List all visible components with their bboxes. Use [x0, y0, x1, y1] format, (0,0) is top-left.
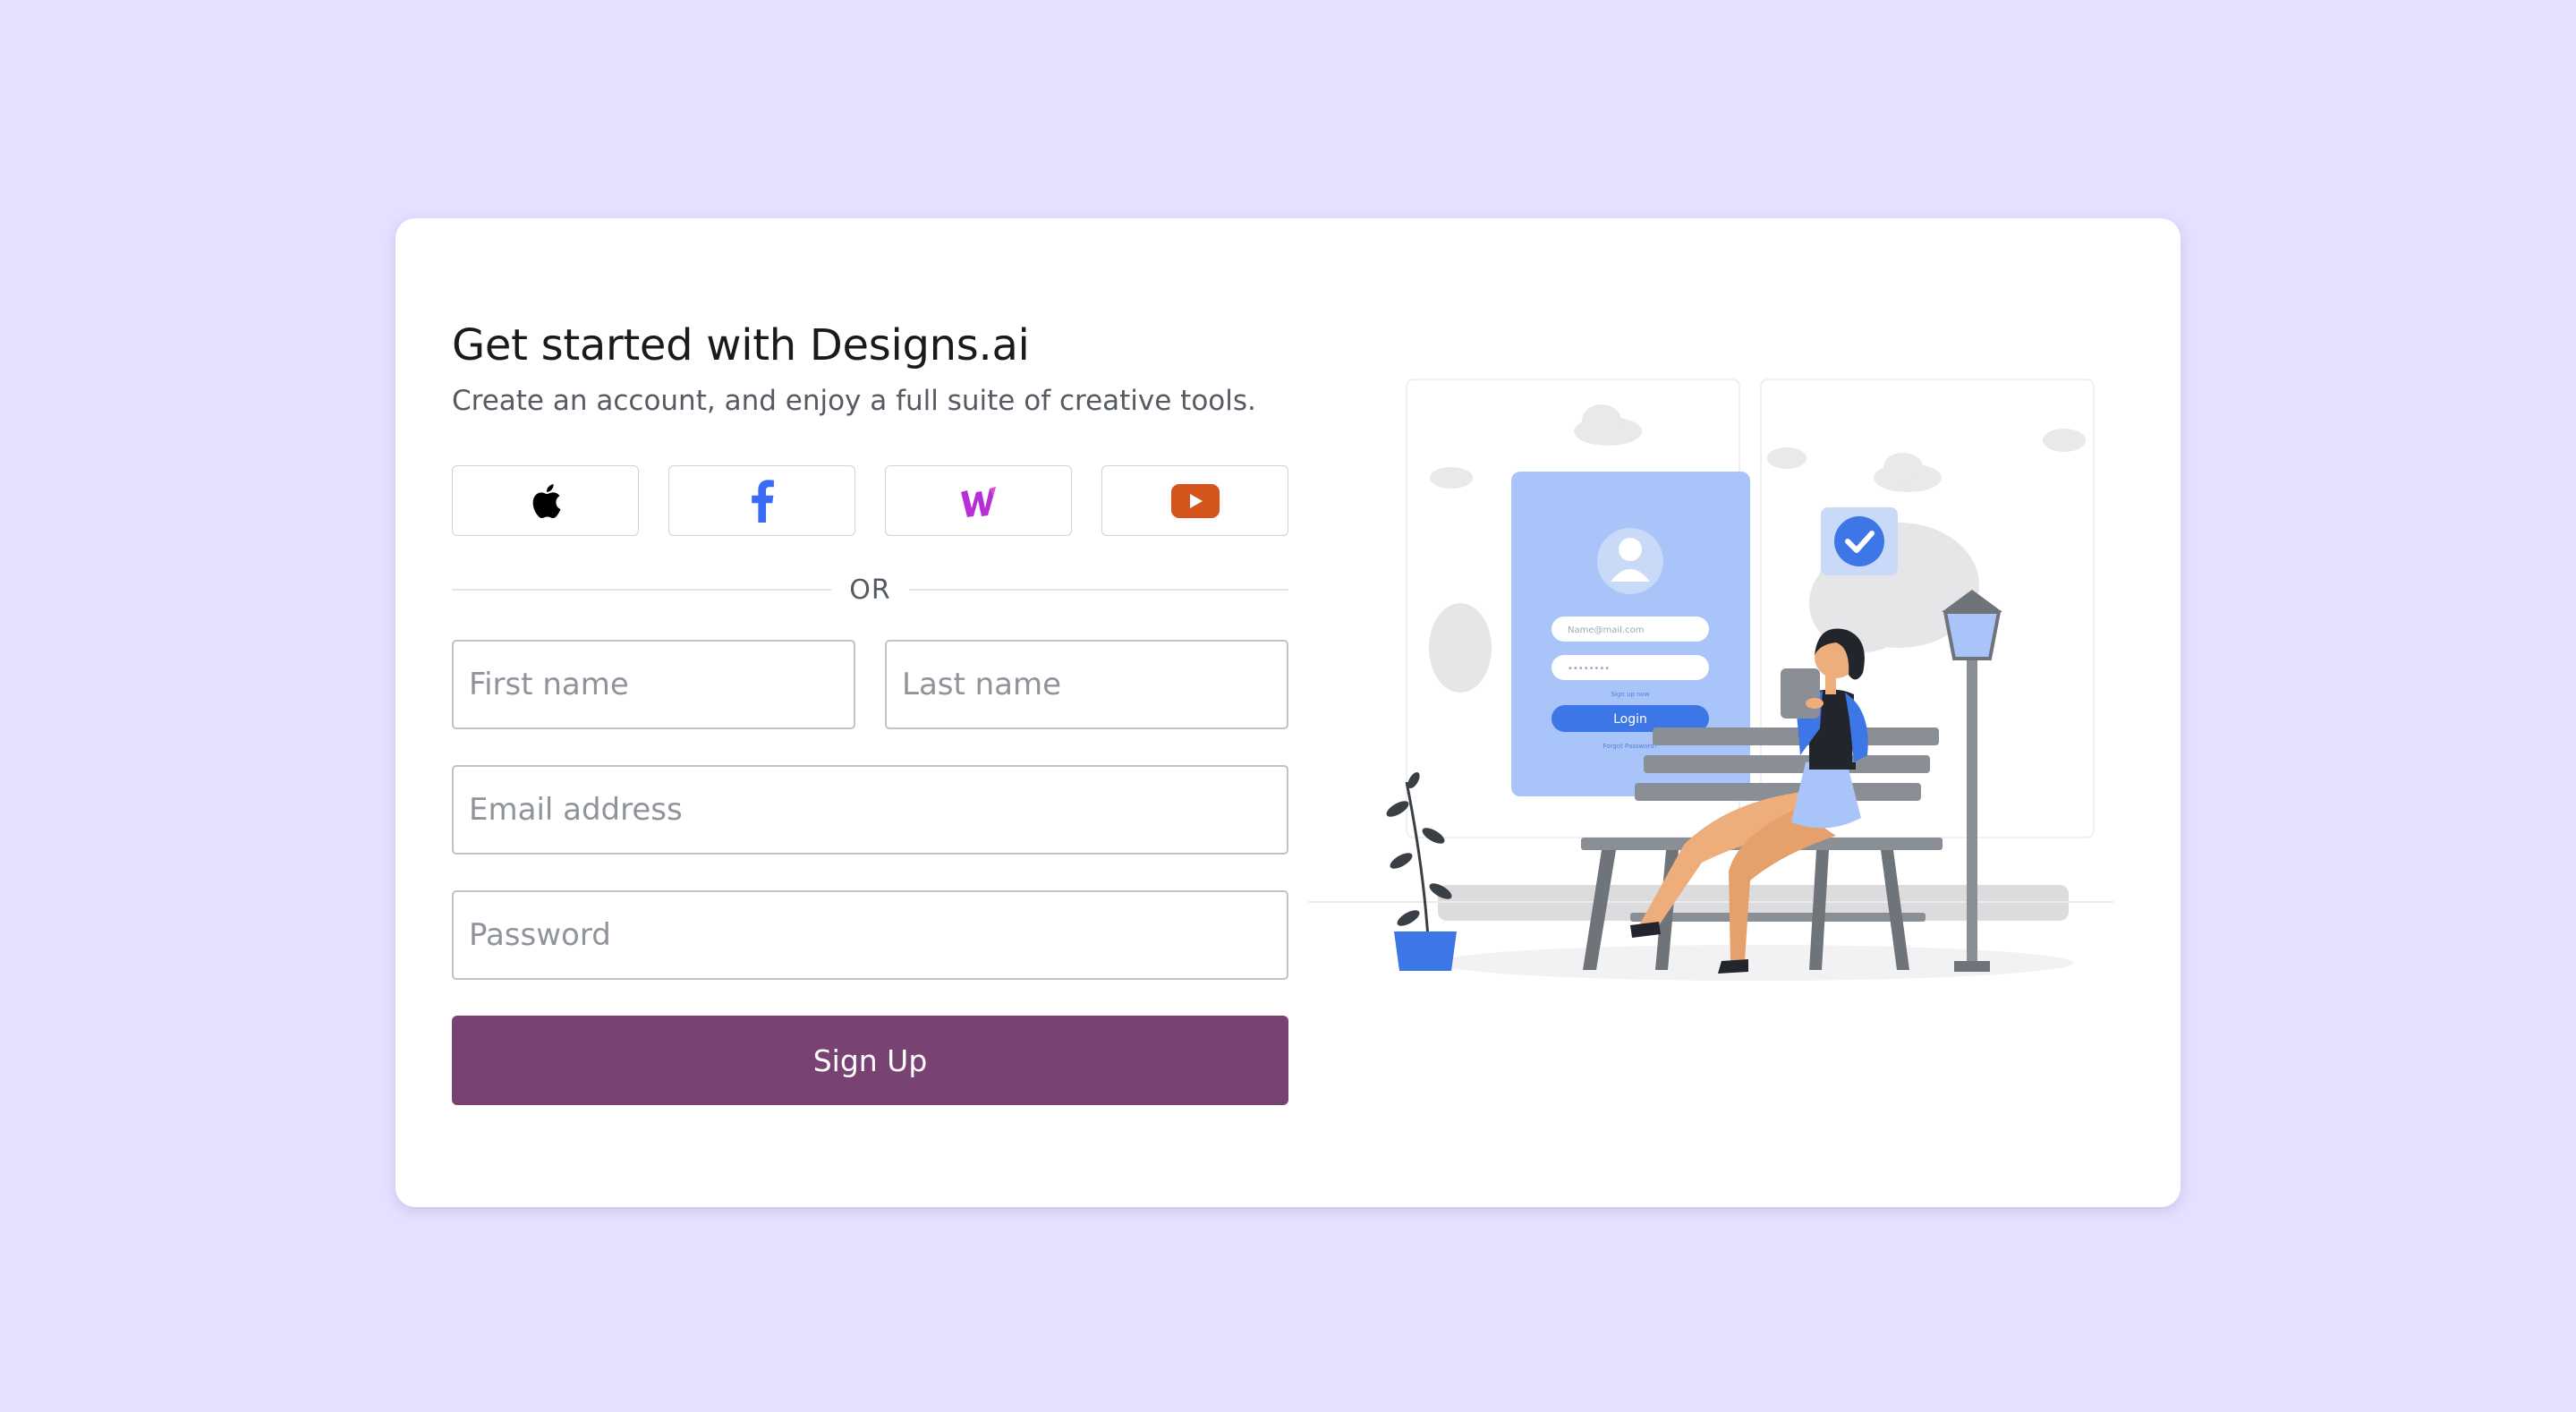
facebook-icon	[751, 479, 774, 523]
page-subtitle: Create an account, and enjoy a full suit…	[452, 385, 1256, 417]
divider-line	[908, 589, 1288, 591]
password-input[interactable]	[452, 890, 1288, 980]
w-logo-icon	[960, 486, 996, 517]
or-label: OR	[849, 574, 891, 606]
signup-button[interactable]: Sign Up	[452, 1016, 1288, 1105]
facebook-login-button[interactable]	[668, 465, 855, 536]
email-input[interactable]	[452, 765, 1288, 855]
page-title: Get started with Designs.ai	[452, 320, 1030, 370]
name-row	[452, 640, 1288, 729]
divider-line	[452, 589, 832, 591]
last-name-input[interactable]	[885, 640, 1288, 729]
login-illustration: Name@mail.com •••••••• Sign up now Login…	[1308, 379, 2113, 981]
first-name-input[interactable]	[452, 640, 855, 729]
plant-pot	[1394, 931, 1457, 971]
signup-form: Get started with Designs.ai Create an ac…	[452, 319, 1288, 1105]
youtube-login-button[interactable]	[1101, 465, 1288, 536]
apple-login-button[interactable]	[452, 465, 639, 536]
illustration-email-text: Name@mail.com	[1568, 625, 1644, 635]
w-login-button[interactable]	[885, 465, 1072, 536]
or-divider: OR	[452, 574, 1288, 606]
illustration-signup-link: Sign up now	[1611, 691, 1649, 698]
apple-icon	[532, 483, 560, 518]
check-icon	[1834, 516, 1884, 566]
illustration-login-button: Login	[1613, 712, 1647, 727]
signup-card: Get started with Designs.ai Create an ac…	[395, 218, 2181, 1207]
illustration-password-text: ••••••••	[1568, 664, 1610, 674]
tablet	[1781, 668, 1820, 719]
street-lamp	[1967, 657, 1977, 972]
user-icon	[1619, 538, 1642, 561]
illustration-forgot-link: Forgot Password?	[1603, 743, 1658, 750]
social-login-row	[452, 465, 1288, 536]
youtube-icon	[1170, 483, 1220, 518]
